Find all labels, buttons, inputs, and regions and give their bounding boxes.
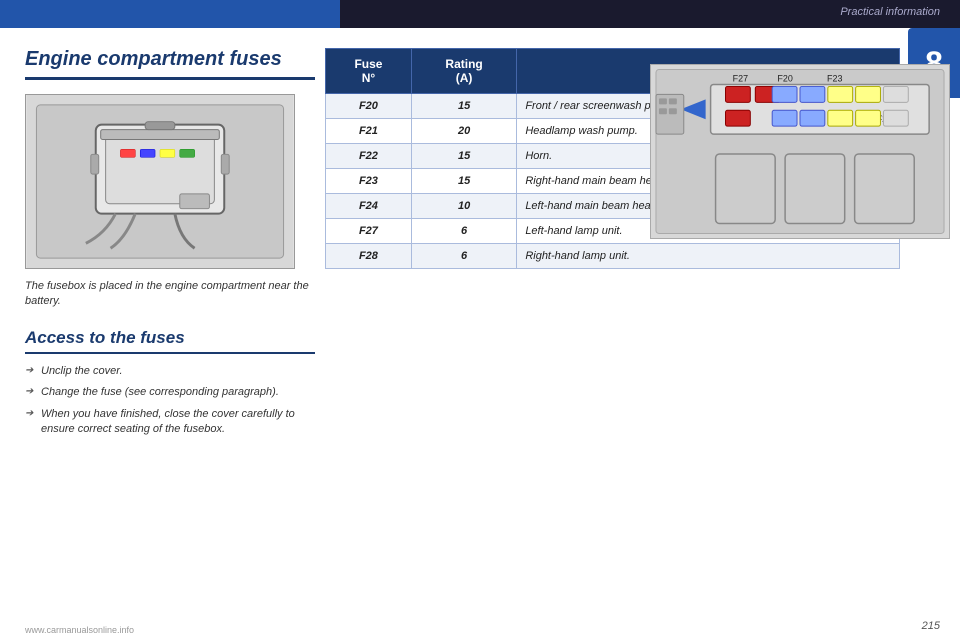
table-cell-fuse: F21 <box>326 119 412 144</box>
table-cell-fuse: F24 <box>326 194 412 219</box>
table-row: F286Right-hand lamp unit. <box>326 244 900 269</box>
table-cell-rating: 20 <box>411 119 516 144</box>
access-list: Unclip the cover. Change the fuse (see co… <box>25 364 315 438</box>
table-cell-rating: 15 <box>411 94 516 119</box>
fuse-diagram: F27 F20 F23 F28 F24 F21 F22 <box>650 64 950 239</box>
col-header-fuse: FuseN° <box>326 49 412 94</box>
table-cell-rating: 6 <box>411 219 516 244</box>
table-cell-fuse: F20 <box>326 94 412 119</box>
table-cell-function: Right-hand lamp unit. <box>517 244 900 269</box>
col-header-rating: Rating(A) <box>411 49 516 94</box>
svg-text:F23: F23 <box>827 73 842 83</box>
table-cell-rating: 15 <box>411 169 516 194</box>
table-cell-fuse: F27 <box>326 219 412 244</box>
access-heading: Access to the fuses <box>25 328 315 354</box>
top-bar: Practical information <box>0 0 960 28</box>
top-bar-accent <box>0 0 340 28</box>
table-cell-rating: 6 <box>411 244 516 269</box>
right-column: FuseN° Rating(A) Functions F2015Front / … <box>325 48 900 269</box>
access-list-item: Change the fuse (see corresponding parag… <box>25 385 315 400</box>
access-list-item: Unclip the cover. <box>25 364 315 379</box>
page-number: 215 <box>922 620 940 632</box>
table-cell-rating: 10 <box>411 194 516 219</box>
watermark: www.carmanualsonline.info <box>25 625 134 635</box>
svg-text:F20: F20 <box>777 73 792 83</box>
access-list-item: When you have finished, close the cover … <box>25 407 315 438</box>
left-column: Engine compartment fuses <box>25 48 315 443</box>
table-cell-fuse: F22 <box>326 144 412 169</box>
fuse-box-image <box>25 94 295 269</box>
table-cell-fuse: F23 <box>326 169 412 194</box>
image-caption: The fusebox is placed in the engine comp… <box>25 279 315 310</box>
section-title: Practical information <box>840 6 940 18</box>
svg-text:F27: F27 <box>733 73 748 83</box>
table-cell-rating: 15 <box>411 144 516 169</box>
table-cell-fuse: F28 <box>326 244 412 269</box>
section-heading: Engine compartment fuses <box>25 48 315 80</box>
